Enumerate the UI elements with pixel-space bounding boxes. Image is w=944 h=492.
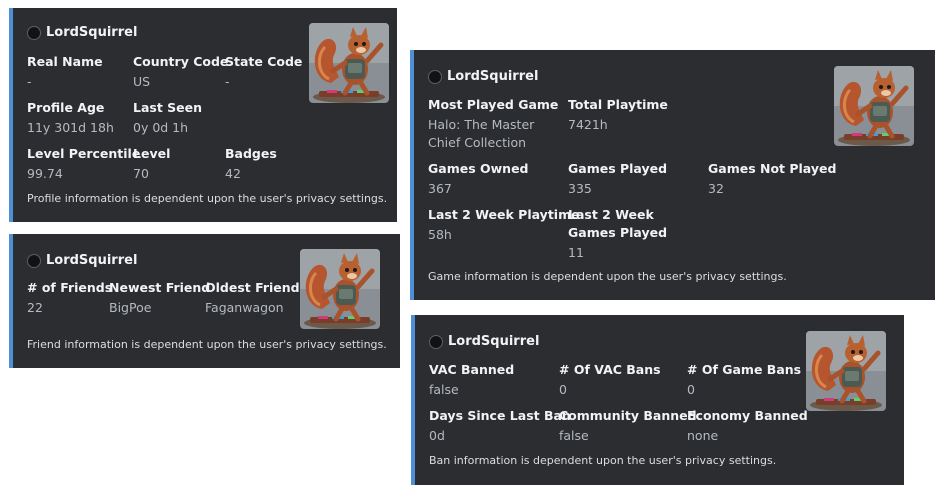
field-oldest-friend: Oldest Friend Faganwagon xyxy=(205,279,300,317)
field-value: 0y 0d 1h xyxy=(133,120,189,135)
field-number-of-friends: # of Friends 22 xyxy=(27,279,112,317)
embed-footer: Ban information is dependent upon the us… xyxy=(429,454,777,467)
field-value: US xyxy=(133,74,151,89)
field-value: Faganwagon xyxy=(205,300,284,315)
field-newest-friend: Newest Friend BigPoe xyxy=(109,279,210,317)
squirrel-thumbnail-icon xyxy=(834,66,914,146)
field-value: 11y 301d 18h xyxy=(27,120,114,135)
field-value: 32 xyxy=(708,181,724,196)
field-state-code: State Code - xyxy=(225,53,302,91)
field-name: State Code xyxy=(225,54,303,69)
field-country-code: Country Code US xyxy=(133,53,228,91)
field-name: Country Code xyxy=(133,54,229,69)
field-name: Last 2 Week Games Played xyxy=(568,207,668,240)
field-most-played-game: Most Played Game Halo: The Master Chief … xyxy=(428,96,559,152)
field-real-name: Real Name - xyxy=(27,53,103,91)
field-number-of-vac-bans: # Of VAC Bans 0 xyxy=(559,361,661,399)
field-name: Badges xyxy=(225,146,277,161)
embed-footer: Game information is dependent upon the u… xyxy=(428,270,787,283)
field-economy-banned: Economy Banned none xyxy=(687,407,808,445)
field-games-not-played: Games Not Played 32 xyxy=(708,160,836,198)
embed-author: LordSquirrel xyxy=(27,25,137,40)
field-name: Level Percentile xyxy=(27,146,141,161)
squirrel-thumbnail-icon xyxy=(300,249,380,329)
field-value: 0 xyxy=(559,382,567,397)
field-vac-banned: VAC Banned false xyxy=(429,361,514,399)
profile-embed: LordSquirrel Real Name - Country Code US… xyxy=(9,8,397,222)
field-level-percentile: Level Percentile 99.74 xyxy=(27,145,140,183)
avatar-icon xyxy=(428,69,442,84)
field-name: Most Played Game xyxy=(428,97,559,112)
games-embed: LordSquirrel Most Played Game Halo: The … xyxy=(410,50,935,300)
field-name: Games Played xyxy=(568,161,668,176)
field-name: Games Not Played xyxy=(708,161,837,176)
field-name: Community Banned xyxy=(559,408,697,423)
avatar-icon xyxy=(27,25,41,40)
embed-author: LordSquirrel xyxy=(27,253,137,268)
squirrel-thumbnail-icon xyxy=(806,331,886,411)
field-value: 335 xyxy=(568,181,592,196)
field-value: BigPoe xyxy=(109,300,152,315)
author-name: LordSquirrel xyxy=(46,253,138,268)
field-value: 0 xyxy=(687,382,695,397)
field-value: - xyxy=(27,74,32,89)
field-name: Level xyxy=(133,146,171,161)
field-name: Total Playtime xyxy=(568,97,668,112)
embed-footer: Friend information is dependent upon the… xyxy=(27,338,387,351)
field-value: 367 xyxy=(428,181,452,196)
field-number-of-game-bans: # Of Game Bans 0 xyxy=(687,361,801,399)
field-last-2-week-games-played: Last 2 Week Games Played 11 xyxy=(568,206,698,262)
field-last-2-week-playtime: Last 2 Week Playtime 58h xyxy=(428,206,580,244)
field-value: 58h xyxy=(428,227,452,242)
field-games-played: Games Played 335 xyxy=(568,160,667,198)
field-name: Real Name xyxy=(27,54,103,69)
field-value: Halo: The Master Chief Collection xyxy=(428,117,535,150)
field-value: 42 xyxy=(225,166,241,181)
field-games-owned: Games Owned 367 xyxy=(428,160,529,198)
field-level: Level 70 xyxy=(133,145,170,183)
field-name: Profile Age xyxy=(27,100,105,115)
field-name: Days Since Last Ban xyxy=(429,408,571,423)
field-name: # of Friends xyxy=(27,280,113,295)
field-badges: Badges 42 xyxy=(225,145,277,183)
field-name: Oldest Friend xyxy=(205,280,300,295)
squirrel-thumbnail-icon xyxy=(309,23,389,103)
field-name: Economy Banned xyxy=(687,408,808,423)
author-name: LordSquirrel xyxy=(46,25,138,40)
field-value: - xyxy=(225,74,230,89)
field-name: Last Seen xyxy=(133,100,203,115)
field-value: false xyxy=(429,382,459,397)
bans-embed: LordSquirrel VAC Banned false # Of VAC B… xyxy=(411,315,904,485)
field-value: 0d xyxy=(429,428,445,443)
field-value: none xyxy=(687,428,719,443)
field-profile-age: Profile Age 11y 301d 18h xyxy=(27,99,114,137)
friends-embed: LordSquirrel # of Friends 22 Newest Frie… xyxy=(9,234,400,368)
field-value: 11 xyxy=(568,245,584,260)
field-name: Last 2 Week Playtime xyxy=(428,207,580,222)
avatar-icon xyxy=(27,253,41,268)
embed-author: LordSquirrel xyxy=(429,334,539,349)
field-name: Newest Friend xyxy=(109,280,211,295)
field-value: 22 xyxy=(27,300,43,315)
field-value: 70 xyxy=(133,166,149,181)
field-name: VAC Banned xyxy=(429,362,515,377)
embed-footer: Profile information is dependent upon th… xyxy=(27,192,388,205)
avatar-icon xyxy=(429,334,443,349)
field-name: Games Owned xyxy=(428,161,529,176)
field-name: # Of VAC Bans xyxy=(559,362,661,377)
field-total-playtime: Total Playtime 7421h xyxy=(568,96,668,134)
field-last-seen: Last Seen 0y 0d 1h xyxy=(133,99,202,137)
embed-author: LordSquirrel xyxy=(428,69,538,84)
author-name: LordSquirrel xyxy=(447,69,539,84)
field-value: false xyxy=(559,428,589,443)
field-value: 7421h xyxy=(568,117,608,132)
field-name: # Of Game Bans xyxy=(687,362,802,377)
field-value: 99.74 xyxy=(27,166,63,181)
field-community-banned: Community Banned false xyxy=(559,407,697,445)
field-days-since-last-ban: Days Since Last Ban 0d xyxy=(429,407,571,445)
author-name: LordSquirrel xyxy=(448,334,540,349)
